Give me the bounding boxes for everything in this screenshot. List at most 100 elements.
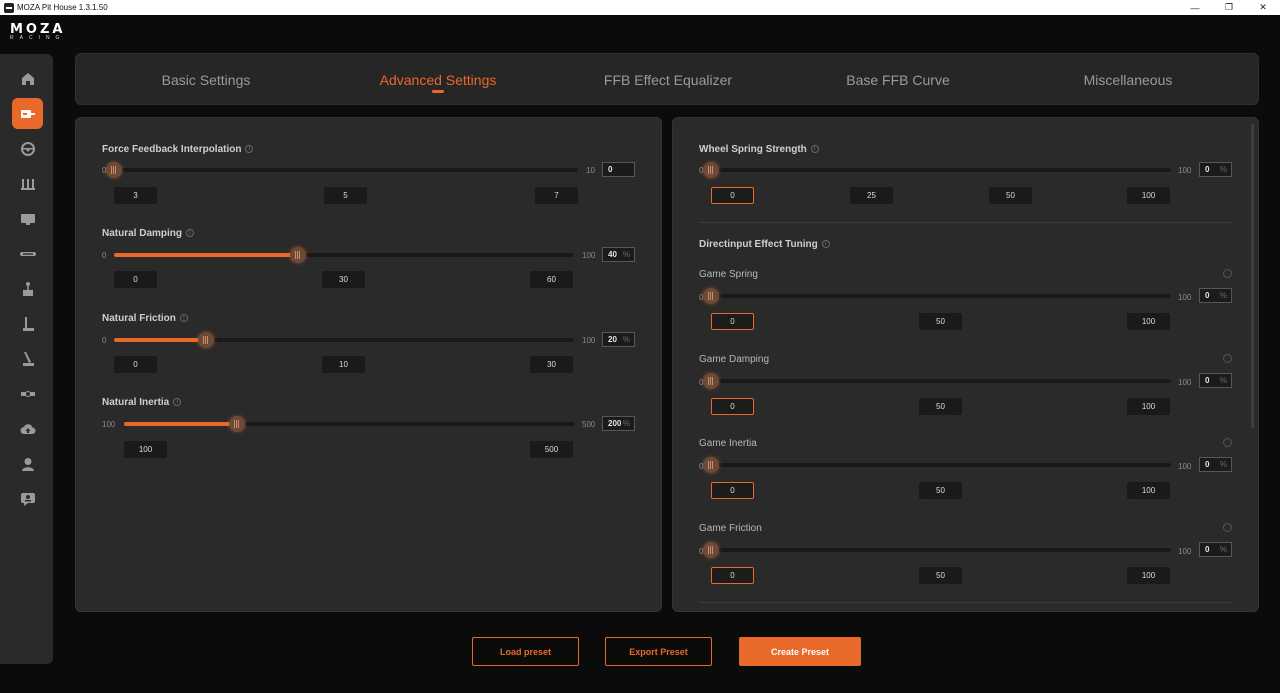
info-icon[interactable]: i [186,229,195,238]
preset-chip[interactable]: 50 [919,482,962,499]
natural-inertia-min: 100 [102,420,116,429]
sidebar-item-steering-wheel[interactable] [12,133,43,164]
preset-chip[interactable]: 500 [530,441,573,458]
info-icon[interactable]: i [179,314,188,323]
sidebar-item-shifter[interactable] [12,273,43,304]
info-icon[interactable]: i [810,145,819,154]
game-spring-toggle[interactable] [1223,269,1232,278]
slider-thumb[interactable] [198,332,214,348]
sidebar-item-sequential-shifter[interactable] [12,343,43,374]
preset-chip[interactable]: 0 [114,271,157,288]
ffb-interpolation-slider[interactable] [106,162,578,178]
preset-chip[interactable]: 50 [919,567,962,584]
sidebar-item-handbrake[interactable] [12,308,43,339]
sidebar-item-dashboard[interactable] [12,203,43,234]
window-titlebar: MOZA Pit House 1.3.1.50 — ❐ ✕ [0,0,1280,15]
tab-base-ffb-curve[interactable]: Base FFB Curve [808,54,988,106]
slider-thumb[interactable] [106,162,122,178]
preset-chip[interactable]: 10 [322,356,365,373]
minimize-button[interactable]: — [1178,0,1212,15]
game-inertia-toggle[interactable] [1223,438,1232,447]
preset-chip[interactable]: 0 [711,567,754,584]
sidebar-item-pedals[interactable] [12,168,43,199]
tab-advanced-settings[interactable]: Advanced Settings [348,54,528,106]
scrollbar[interactable] [1251,124,1254,428]
preset-chip[interactable]: 60 [530,271,573,288]
slider-thumb[interactable] [703,457,719,473]
preset-chip[interactable]: 50 [919,398,962,415]
game-spring-slider[interactable] [703,288,1171,304]
natural-friction-value[interactable]: 20% [602,332,635,347]
directinput-tuning-label: Directinput Effect Tuning i [699,239,830,250]
preset-chip[interactable]: 0 [114,356,157,373]
natural-inertia-value[interactable]: 200% [602,416,635,431]
wheel-spring-value[interactable]: 0% [1199,162,1232,177]
preset-chip[interactable]: 30 [530,356,573,373]
preset-chip[interactable]: 25 [850,187,893,204]
preset-chip[interactable]: 50 [919,313,962,330]
slider-thumb[interactable] [290,247,306,263]
tab-ffb-effect-equalizer[interactable]: FFB Effect Equalizer [578,54,758,106]
natural-inertia-max: 500 [582,420,596,429]
preset-chip[interactable]: 50 [989,187,1032,204]
slider-thumb[interactable] [703,542,719,558]
preset-chip[interactable]: 0 [711,187,754,204]
preset-chip[interactable]: 0 [711,482,754,499]
create-preset-button[interactable]: Create Preset [739,637,861,666]
natural-damping-min: 0 [102,251,107,260]
game-spring-value[interactable]: 0% [1199,288,1232,303]
close-button[interactable]: ✕ [1246,0,1280,15]
game-damping-slider[interactable] [703,373,1171,389]
preset-chip[interactable]: 100 [1127,567,1170,584]
natural-friction-slider[interactable] [114,332,574,348]
preset-chip[interactable]: 100 [1127,482,1170,499]
game-damping-toggle[interactable] [1223,354,1232,363]
game-damping-value[interactable]: 0% [1199,373,1232,388]
preset-chip[interactable]: 0 [711,313,754,330]
preset-chip[interactable]: 100 [124,441,167,458]
sidebar-item-display-bar[interactable] [12,238,43,269]
hub-icon [20,390,35,397]
shifter-icon [22,281,33,296]
restore-button[interactable]: ❐ [1212,0,1246,15]
game-inertia-slider[interactable] [703,457,1171,473]
preset-chip[interactable]: 3 [114,187,157,204]
game-friction-toggle[interactable] [1223,523,1232,532]
sequential-shifter-icon [22,351,34,366]
game-inertia-value[interactable]: 0% [1199,457,1232,472]
preset-chip[interactable]: 100 [1127,313,1170,330]
info-icon[interactable]: i [821,240,830,249]
slider-thumb[interactable] [703,288,719,304]
natural-inertia-slider[interactable] [124,416,574,432]
slider-thumb[interactable] [703,373,719,389]
ffb-interpolation-value[interactable]: 0 [602,162,635,177]
export-preset-button[interactable]: Export Preset [605,637,712,666]
preset-chip[interactable]: 7 [535,187,578,204]
preset-chip[interactable]: 30 [322,271,365,288]
wheel-spring-slider[interactable] [703,162,1171,178]
sidebar-item-hub[interactable] [12,378,43,409]
preset-chip[interactable]: 100 [1127,398,1170,415]
sidebar-item-cloud[interactable] [12,413,43,444]
sidebar-item-support[interactable] [12,483,43,514]
tab-miscellaneous[interactable]: Miscellaneous [1038,54,1218,106]
natural-damping-slider[interactable] [114,247,574,263]
info-icon[interactable]: i [245,145,254,154]
preset-chip[interactable]: 5 [324,187,367,204]
sidebar-item-wheelbase[interactable] [12,98,43,129]
slider-thumb[interactable] [228,416,245,432]
load-preset-button[interactable]: Load preset [472,637,579,666]
game-damping-max: 100 [1178,378,1192,387]
preset-chip[interactable]: 0 [711,398,754,415]
game-friction-value[interactable]: 0% [1199,542,1232,557]
preset-chip[interactable]: 100 [1127,187,1170,204]
tab-basic-settings[interactable]: Basic Settings [116,54,296,106]
natural-damping-label: Natural Damping i [102,228,195,239]
slider-thumb[interactable] [703,162,719,178]
sidebar-item-user[interactable] [12,448,43,479]
sidebar-item-home[interactable] [12,63,43,94]
info-icon[interactable]: i [173,398,182,407]
game-friction-label: Game Friction [699,523,762,534]
game-friction-slider[interactable] [703,542,1171,558]
natural-damping-value[interactable]: 40% [602,247,635,262]
